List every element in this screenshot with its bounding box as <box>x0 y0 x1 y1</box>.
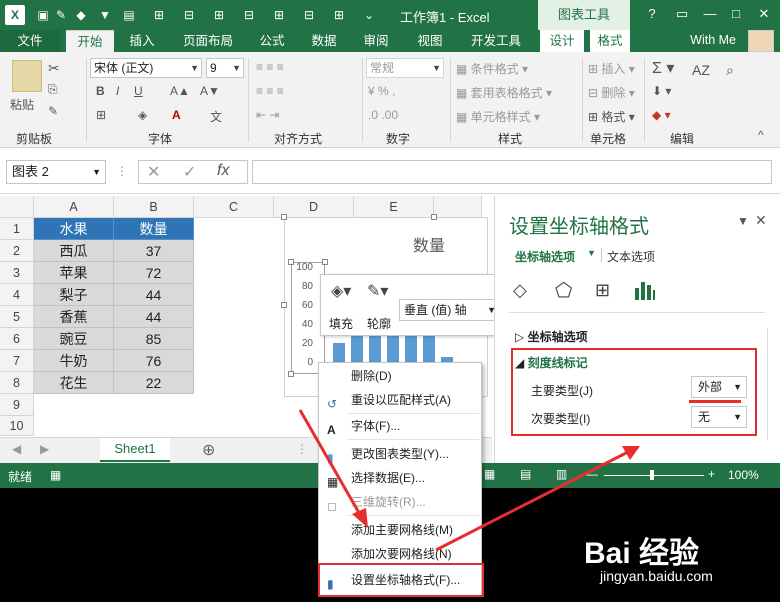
watermark-brand: Bai 经验 <box>584 537 700 570</box>
annotation-arrowhead <box>352 508 368 528</box>
annotation-arrow-line <box>298 409 364 519</box>
annotation-arrows <box>298 409 640 552</box>
watermark-url: jingyan.baidu.com <box>600 568 713 584</box>
